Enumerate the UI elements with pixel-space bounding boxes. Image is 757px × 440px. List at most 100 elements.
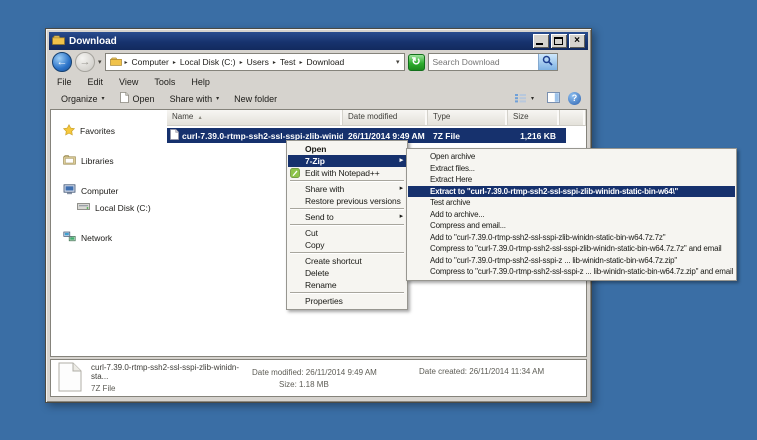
details-file-name: curl-7.39.0-rtmp-ssh2-ssl-sspi-zlib-wini… — [91, 363, 243, 381]
sidebar-label: Favorites — [80, 126, 115, 136]
menu-item-label: Edit with Notepad++ — [305, 168, 380, 178]
submenu-item-test-archive[interactable]: Test archive — [408, 197, 735, 209]
column-header-type[interactable]: Type — [428, 110, 508, 125]
context-menu-item-cut[interactable]: Cut — [288, 227, 406, 239]
context-menu-item-delete[interactable]: Delete — [288, 267, 406, 279]
chevron-down-icon: ▾ — [102, 95, 105, 102]
menu-separator — [290, 252, 404, 254]
history-dropdown[interactable]: ▾ — [98, 58, 102, 66]
share-with-button[interactable]: Share with ▾ — [165, 93, 225, 105]
context-menu-item-share-with[interactable]: Share with ▸ — [288, 183, 406, 195]
breadcrumb-users[interactable]: Users — [246, 57, 270, 67]
breadcrumb-separator-icon: ▸ — [240, 59, 243, 66]
context-menu-item-open[interactable]: Open — [288, 143, 406, 155]
back-arrow-icon: ← — [57, 56, 68, 68]
context-menu-item-7zip[interactable]: 7-Zip ▸ — [288, 155, 406, 167]
views-icon — [514, 93, 527, 105]
close-button[interactable]: × — [569, 34, 585, 48]
submenu-item-compress-to-zip-and-email[interactable]: Compress to "curl-7.39.0-rtmp-ssh2-ssl-s… — [408, 266, 735, 278]
context-menu-item-restore-previous-versions[interactable]: Restore previous versions — [288, 195, 406, 207]
details-size: Size: 1.18 MB — [252, 380, 410, 389]
submenu-item-add-to-7z[interactable]: Add to "curl-7.39.0-rtmp-ssh2-ssl-sspi-z… — [408, 232, 735, 244]
column-label: Type — [433, 112, 450, 121]
submenu-item-extract-to[interactable]: Extract to "curl-7.39.0-rtmp-ssh2-ssl-ss… — [408, 186, 735, 198]
menu-separator — [290, 180, 404, 182]
window-title: Download — [69, 36, 117, 47]
back-button[interactable]: ← — [52, 52, 72, 72]
search-button[interactable] — [538, 54, 557, 70]
change-view-button[interactable]: ▾ — [509, 92, 539, 106]
menu-edit[interactable]: Edit — [88, 77, 104, 87]
submenu-item-add-to-zip[interactable]: Add to "curl-7.39.0-rtmp-ssh2-ssl-sspi-z… — [408, 255, 735, 267]
breadcrumb-separator-icon: ▸ — [125, 59, 128, 66]
column-header-date-modified[interactable]: Date modified — [343, 110, 428, 125]
minimize-button[interactable] — [533, 34, 549, 48]
minimize-icon — [536, 43, 543, 45]
menu-view[interactable]: View — [119, 77, 138, 87]
file-size: 1,216 KB — [508, 131, 560, 141]
column-label: Size — [513, 112, 529, 121]
breadcrumb-local-disk-c[interactable]: Local Disk (C:) — [179, 57, 237, 67]
refresh-icon: ↻ — [411, 56, 420, 68]
details-date-created: Date created: 26/11/2014 11:34 AM — [419, 367, 544, 376]
menu-item-label: Send to — [305, 212, 334, 222]
help-button[interactable]: ? — [568, 92, 581, 105]
submenu-item-compress-to-7z-and-email[interactable]: Compress to "curl-7.39.0-rtmp-ssh2-ssl-s… — [408, 243, 735, 255]
maximize-button[interactable] — [551, 34, 567, 48]
breadcrumb-separator-icon: ▸ — [299, 59, 302, 66]
address-folder-icon — [110, 57, 122, 68]
breadcrumb-computer[interactable]: Computer — [131, 57, 170, 67]
sort-ascending-icon: ▴ — [199, 115, 202, 121]
submenu-arrow-icon: ▸ — [400, 155, 403, 167]
menu-help[interactable]: Help — [191, 77, 210, 87]
menu-tools[interactable]: Tools — [154, 77, 175, 87]
submenu-item-extract-here[interactable]: Extract Here — [408, 174, 735, 186]
sidebar-item-local-disk-c[interactable]: Local Disk (C:) — [51, 199, 167, 216]
sidebar-item-computer[interactable]: Computer — [51, 182, 167, 199]
column-header-name[interactable]: Name ▴ — [167, 110, 343, 125]
sidebar-label: Computer — [81, 186, 118, 196]
details-file-type: 7Z File — [91, 384, 243, 393]
search-box — [428, 53, 558, 71]
maximize-icon — [554, 37, 563, 45]
breadcrumb-download[interactable]: Download — [305, 57, 345, 67]
address-bar[interactable]: ▸ Computer ▸ Local Disk (C:) ▸ Users ▸ T… — [105, 53, 405, 71]
open-button[interactable]: Open — [115, 91, 160, 106]
computer-icon — [63, 184, 76, 197]
new-folder-button[interactable]: New folder — [229, 93, 282, 105]
context-menu-item-edit-with-notepadpp[interactable]: Edit with Notepad++ — [288, 167, 406, 179]
title-bar[interactable]: Download × — [49, 32, 588, 50]
context-menu-item-properties[interactable]: Properties — [288, 295, 406, 307]
submenu-arrow-icon: ▸ — [400, 183, 403, 195]
navigation-pane: Favorites Libraries Computer Local Disk … — [51, 110, 167, 356]
details-pane: curl-7.39.0-rtmp-ssh2-ssl-sspi-zlib-wini… — [50, 359, 587, 397]
folder-icon — [52, 32, 65, 50]
breadcrumb-test[interactable]: Test — [279, 57, 297, 67]
column-header-size[interactable]: Size — [508, 110, 560, 125]
sidebar-item-favorites[interactable]: Favorites — [51, 122, 167, 139]
star-icon — [63, 124, 75, 138]
menu-file[interactable]: File — [57, 77, 72, 87]
search-icon — [542, 53, 553, 71]
column-headers: Name ▴ Date modified Type Size — [167, 110, 586, 126]
context-menu-item-copy[interactable]: Copy — [288, 239, 406, 251]
context-menu-item-create-shortcut[interactable]: Create shortcut — [288, 255, 406, 267]
forward-button[interactable]: → — [75, 52, 95, 72]
forward-arrow-icon: → — [80, 56, 91, 68]
preview-pane-button[interactable] — [547, 92, 560, 105]
submenu-item-extract-files[interactable]: Extract files... — [408, 163, 735, 175]
menu-separator — [290, 224, 404, 226]
address-dropdown-icon[interactable]: ▾ — [396, 58, 400, 66]
organize-label: Organize — [61, 94, 98, 104]
submenu-item-add-to-archive[interactable]: Add to archive... — [408, 209, 735, 221]
sidebar-item-network[interactable]: Network — [51, 229, 167, 246]
submenu-item-open-archive[interactable]: Open archive — [408, 151, 735, 163]
sidebar-item-libraries[interactable]: Libraries — [51, 152, 167, 169]
search-input[interactable] — [429, 57, 538, 67]
organize-button[interactable]: Organize ▾ — [56, 93, 110, 105]
context-menu-item-send-to[interactable]: Send to ▸ — [288, 211, 406, 223]
context-menu-item-rename[interactable]: Rename — [288, 279, 406, 291]
submenu-item-compress-and-email[interactable]: Compress and email... — [408, 220, 735, 232]
file-page-icon-large — [58, 362, 82, 394]
refresh-button[interactable]: ↻ — [408, 54, 425, 71]
